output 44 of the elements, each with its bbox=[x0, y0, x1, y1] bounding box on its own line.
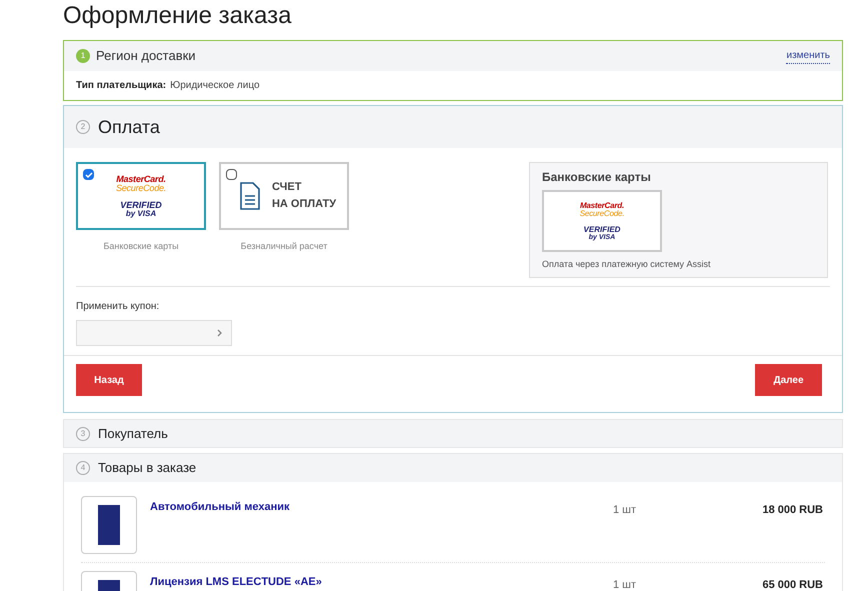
payer-type-value: Юридическое лицо bbox=[170, 79, 260, 93]
product-quantity: 1 шт bbox=[613, 578, 638, 591]
logo-text: MasterCard. bbox=[580, 202, 624, 210]
coupon-field[interactable] bbox=[76, 320, 232, 346]
product-price: 65 000 RUB bbox=[761, 578, 823, 591]
logo-text: VERIFIED bbox=[120, 200, 162, 210]
section-title: Покупатель bbox=[98, 424, 168, 443]
product-link[interactable]: Лицензия LMS ELECTUDE «AE» bbox=[150, 574, 322, 590]
back-button[interactable]: Назад bbox=[76, 364, 142, 396]
step-done-badge: 1 bbox=[76, 49, 90, 63]
chevron-right-icon bbox=[217, 329, 223, 337]
payer-type-label: Тип плательщика: bbox=[76, 79, 166, 93]
payment-option[interactable]: MasterCard. SecureCode. VERIFIED by VISA bbox=[76, 162, 206, 230]
product-link[interactable]: Автомобильный механик bbox=[150, 499, 290, 516]
goods-section-header[interactable]: 4 Товары в заказе bbox=[64, 454, 842, 482]
section-title: Товары в заказе bbox=[98, 459, 196, 478]
page-title: Оформление заказа bbox=[63, 1, 292, 31]
option-caption: Банковские карты bbox=[103, 240, 179, 253]
details-title: Банковские карты bbox=[542, 169, 652, 186]
document-icon bbox=[240, 182, 260, 210]
step-number-badge: 3 bbox=[76, 426, 90, 440]
product-image-placeholder bbox=[81, 496, 137, 554]
buyer-section-header[interactable]: 3 Покупатель bbox=[63, 419, 843, 448]
next-button[interactable]: Далее bbox=[755, 364, 822, 396]
logo-text: MasterCard. bbox=[116, 174, 166, 184]
logo-text: by VISA bbox=[126, 210, 156, 218]
coupon-label: Применить купон: bbox=[76, 300, 160, 314]
section-title: Оплата bbox=[98, 116, 160, 138]
step-number-badge: 2 bbox=[76, 120, 90, 134]
details-description: Оплата через платежную систему Assist bbox=[542, 258, 712, 271]
step-number-badge: 4 bbox=[76, 461, 90, 475]
checkbox[interactable] bbox=[83, 169, 94, 180]
logo-text: SecureCode. bbox=[116, 184, 166, 192]
logo-text: SecureCode. bbox=[580, 210, 624, 218]
invoice-text: НА ОПЛАТУ bbox=[272, 197, 336, 212]
payment-option[interactable]: СЧЕТ НА ОПЛАТУ bbox=[219, 162, 349, 230]
logo-text: VERIFIED bbox=[584, 226, 620, 234]
product-quantity: 1 шт bbox=[613, 503, 638, 518]
checkbox[interactable] bbox=[226, 169, 237, 180]
product-price: 18 000 RUB bbox=[761, 503, 823, 518]
change-link[interactable]: изменить bbox=[786, 48, 830, 64]
section-title: Регион доставки bbox=[96, 47, 196, 66]
invoice-text: СЧЕТ bbox=[272, 180, 302, 195]
option-caption: Безналичный расчет bbox=[240, 240, 328, 253]
